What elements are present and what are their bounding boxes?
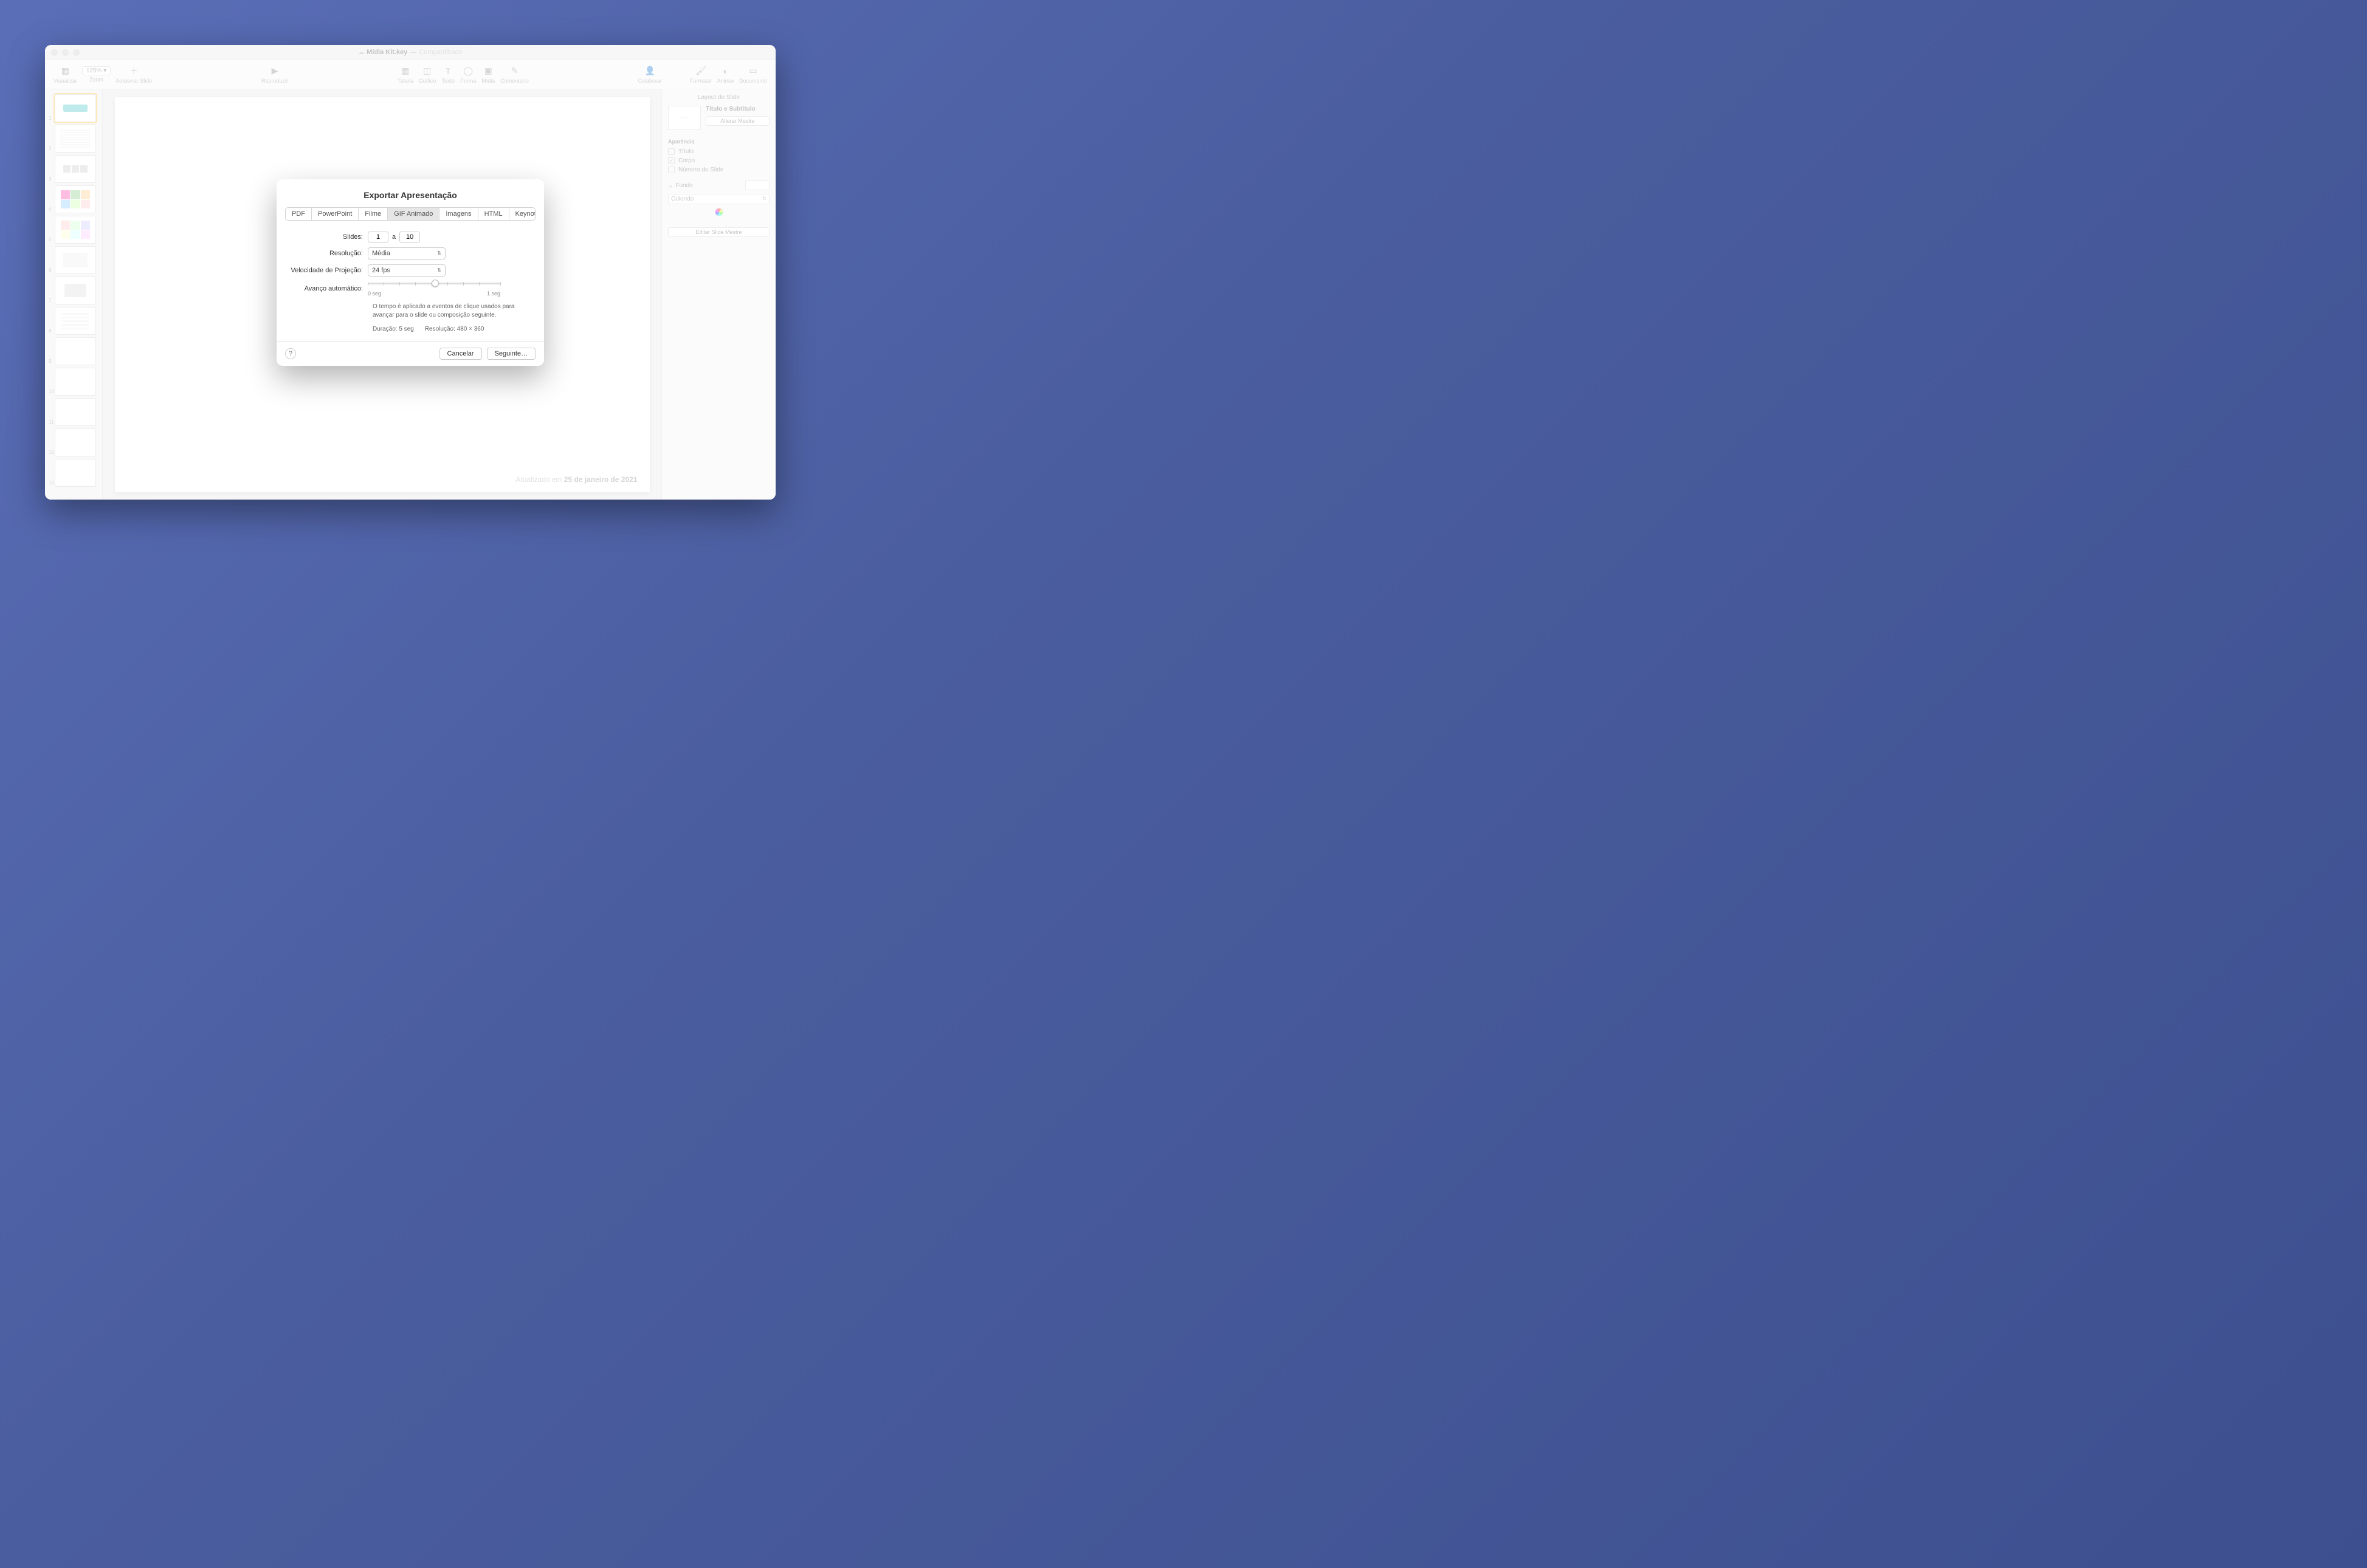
export-format-tabs: PDF PowerPoint Filme GIF Animado Imagens…	[285, 207, 536, 221]
tab-images[interactable]: Imagens	[439, 208, 478, 220]
fps-select[interactable]: 24 fps⇅	[368, 264, 446, 277]
tab-movie[interactable]: Filme	[359, 208, 388, 220]
slider-min-label: 0 seg	[368, 291, 381, 297]
slides-label: Slides:	[289, 233, 368, 241]
auto-advance-row: Avanço automático:	[289, 281, 532, 297]
slider-thumb[interactable]	[432, 280, 439, 287]
next-button[interactable]: Seguinte…	[487, 348, 536, 360]
tab-html[interactable]: HTML	[478, 208, 509, 220]
fps-row: Velocidade de Projeção: 24 fps⇅	[289, 264, 532, 277]
dialog-footer: ? Cancelar Seguinte…	[277, 341, 544, 366]
resolution-label: Resolução:	[289, 250, 368, 257]
help-icon: ?	[289, 350, 292, 357]
export-dialog: Exportar Apresentação PDF PowerPoint Fil…	[277, 179, 544, 366]
dialog-title: Exportar Apresentação	[277, 179, 544, 207]
chevron-updown-icon: ⇅	[437, 267, 441, 273]
help-button[interactable]: ?	[285, 348, 296, 359]
dialog-body: Slides: a Resolução: Média⇅ Velocidade d…	[277, 232, 544, 341]
tab-gif[interactable]: GIF Animado	[388, 208, 439, 220]
range-separator: a	[392, 233, 396, 241]
resolution-row: Resolução: Média⇅	[289, 247, 532, 260]
auto-advance-label: Avanço automático:	[289, 285, 368, 292]
slide-to-input[interactable]	[399, 232, 420, 242]
tab-keynote09[interactable]: Keynote '09	[509, 208, 536, 220]
resolution-meta: Resolução: 480 × 360	[425, 326, 484, 332]
resolution-select[interactable]: Média⇅	[368, 247, 446, 260]
cancel-button[interactable]: Cancelar	[439, 348, 482, 360]
export-metadata: Duração: 5 seg Resolução: 480 × 360	[373, 326, 532, 332]
tab-pdf[interactable]: PDF	[286, 208, 312, 220]
auto-advance-slider[interactable]: 0 seg 1 seg	[368, 283, 500, 297]
chevron-updown-icon: ⇅	[437, 250, 441, 256]
slider-max-label: 1 seg	[487, 291, 500, 297]
help-text: O tempo é aplicado a eventos de clique u…	[373, 303, 532, 320]
fps-label: Velocidade de Projeção:	[289, 267, 368, 274]
duration-meta: Duração: 5 seg	[373, 326, 414, 332]
slide-from-input[interactable]	[368, 232, 388, 242]
modal-container: Exportar Apresentação PDF PowerPoint Fil…	[45, 45, 776, 500]
tab-powerpoint[interactable]: PowerPoint	[312, 208, 359, 220]
slides-row: Slides: a	[289, 232, 532, 242]
keynote-window: ☁︎ Mídia Kit.key — Compartilhado ▦Visual…	[45, 45, 776, 500]
